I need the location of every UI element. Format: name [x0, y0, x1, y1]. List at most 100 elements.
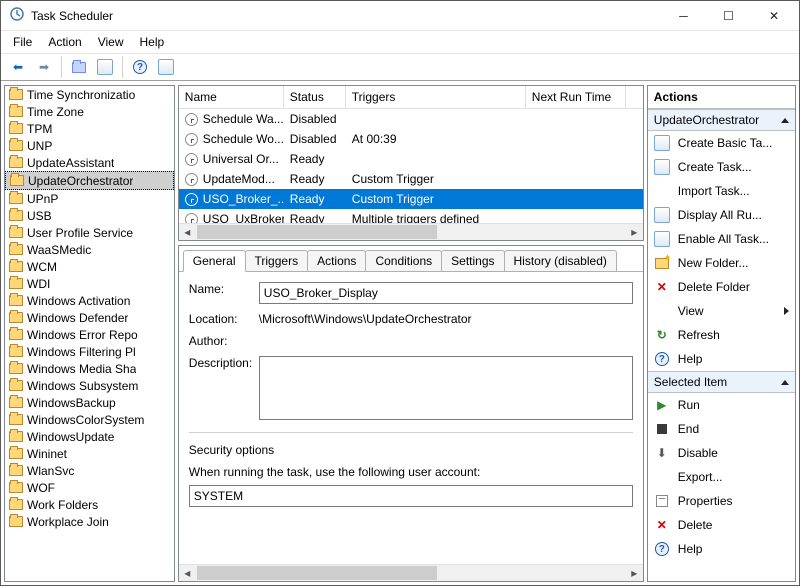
action-item[interactable]: Import Task...	[648, 179, 795, 203]
col-next[interactable]: Next Run Time	[526, 86, 626, 108]
task-list-scrollbar[interactable]: ◂ ▸	[179, 223, 643, 240]
detail-scrollbar[interactable]: ◂ ▸	[179, 564, 643, 581]
folder-icon	[9, 157, 23, 168]
action-item[interactable]: New Folder...	[648, 251, 795, 275]
tree-item[interactable]: Time Zone	[5, 103, 174, 120]
scroll-right-icon[interactable]: ▸	[626, 565, 643, 581]
scroll-left-icon[interactable]: ◂	[179, 565, 196, 581]
nav-tree[interactable]: Time SynchronizatioTime ZoneTPMUNPUpdate…	[4, 85, 175, 582]
action-item[interactable]: Create Task...	[648, 155, 795, 179]
action-item[interactable]: ?Help	[648, 537, 795, 561]
tab-history-disabled-[interactable]: History (disabled)	[504, 250, 617, 271]
tree-item[interactable]: Windows Activation	[5, 292, 174, 309]
action-item[interactable]: ✕Delete Folder	[648, 275, 795, 299]
col-name[interactable]: Name	[179, 86, 284, 108]
actions-section-folder[interactable]: UpdateOrchestrator	[648, 109, 795, 131]
refresh-icon: ↻	[654, 327, 670, 343]
action-item[interactable]: ↻Refresh	[648, 323, 795, 347]
menu-file[interactable]: File	[5, 33, 40, 51]
task-status: Ready	[284, 172, 346, 186]
scroll-left-icon[interactable]: ◂	[179, 224, 196, 240]
tree-item[interactable]: USB	[5, 207, 174, 224]
tab-settings[interactable]: Settings	[441, 250, 504, 271]
action-item[interactable]: ✕Delete	[648, 513, 795, 537]
folder-icon	[9, 516, 23, 527]
tab-general[interactable]: General	[183, 250, 246, 272]
action-item[interactable]: ⬇Disable	[648, 441, 795, 465]
tree-item[interactable]: WaaSMedic	[5, 241, 174, 258]
view-toolbar-button[interactable]	[154, 56, 178, 78]
task-row[interactable]: USO_Broker_...ReadyCustom Trigger	[179, 189, 643, 209]
tree-item[interactable]: TPM	[5, 120, 174, 137]
tree-item[interactable]: Windows Subsystem	[5, 377, 174, 394]
action-item[interactable]: ▶Run	[648, 393, 795, 417]
minimize-button[interactable]: ─	[661, 2, 706, 30]
tree-item[interactable]: UNP	[5, 137, 174, 154]
tab-triggers[interactable]: Triggers	[245, 250, 309, 271]
tree-item[interactable]: WDI	[5, 275, 174, 292]
actions-section-item[interactable]: Selected Item	[648, 371, 795, 393]
tree-item[interactable]: WOF	[5, 479, 174, 496]
tree-item[interactable]: UPnP	[5, 190, 174, 207]
menu-view[interactable]: View	[90, 33, 132, 51]
task-row[interactable]: USO_UxBrokerReadyMultiple triggers defin…	[179, 209, 643, 223]
task-triggers: Custom Trigger	[346, 172, 526, 186]
task-row[interactable]: Schedule Wo...DisabledAt 00:39	[179, 129, 643, 149]
help-toolbar-button[interactable]: ?	[128, 56, 152, 78]
close-button[interactable]: ✕	[751, 2, 797, 30]
action-item[interactable]: ?Help	[648, 347, 795, 371]
tree-item[interactable]: Workplace Join	[5, 513, 174, 530]
task-icon	[185, 113, 198, 126]
menu-help[interactable]: Help	[132, 33, 173, 51]
action-item[interactable]: Enable All Task...	[648, 227, 795, 251]
tree-item[interactable]: Work Folders	[5, 496, 174, 513]
task-name: USO_UxBroker	[203, 212, 284, 223]
task-row[interactable]: Universal Or...Ready	[179, 149, 643, 169]
tree-item[interactable]: WindowsBackup	[5, 394, 174, 411]
scroll-right-icon[interactable]: ▸	[626, 224, 643, 240]
task-row[interactable]: UpdateMod...ReadyCustom Trigger	[179, 169, 643, 189]
tree-item[interactable]: Windows Error Repo	[5, 326, 174, 343]
tree-item[interactable]: WlanSvc	[5, 462, 174, 479]
tree-item[interactable]: Windows Defender	[5, 309, 174, 326]
back-button[interactable]: ⬅	[6, 56, 30, 78]
tree-item[interactable]: Time Synchronizatio	[5, 86, 174, 103]
col-status[interactable]: Status	[284, 86, 346, 108]
tree-item[interactable]: WCM	[5, 258, 174, 275]
menu-action[interactable]: Action	[40, 33, 89, 51]
props-button[interactable]	[93, 56, 117, 78]
task-list-header: Name Status Triggers Next Run Time	[179, 86, 643, 109]
forward-button[interactable]: ➡	[32, 56, 56, 78]
tab-conditions[interactable]: Conditions	[365, 250, 442, 271]
maximize-button[interactable]: ☐	[706, 2, 751, 30]
action-item[interactable]: End	[648, 417, 795, 441]
tree-item[interactable]: User Profile Service	[5, 224, 174, 241]
section-title: UpdateOrchestrator	[654, 113, 759, 127]
col-triggers[interactable]: Triggers	[346, 86, 526, 108]
tree-item[interactable]: Windows Media Sha	[5, 360, 174, 377]
action-item[interactable]: Properties	[648, 489, 795, 513]
action-item[interactable]: View	[648, 299, 795, 323]
action-label: Properties	[678, 494, 733, 508]
tree-item[interactable]: WindowsUpdate	[5, 428, 174, 445]
up-button[interactable]	[67, 56, 91, 78]
help-icon: ?	[654, 351, 670, 367]
tree-item-label: WindowsUpdate	[27, 430, 114, 444]
tree-item[interactable]: UpdateAssistant	[5, 154, 174, 171]
action-item[interactable]: Display All Ru...	[648, 203, 795, 227]
run-icon: ▶	[654, 397, 670, 413]
tab-actions[interactable]: Actions	[307, 250, 366, 271]
folder-icon	[9, 414, 23, 425]
display-icon	[654, 207, 670, 223]
task-list-body[interactable]: Schedule Wa...DisabledSchedule Wo...Disa…	[179, 109, 643, 223]
name-field[interactable]: USO_Broker_Display	[259, 282, 633, 304]
action-item[interactable]: Export...	[648, 465, 795, 489]
none-icon	[654, 469, 670, 485]
action-item[interactable]: Create Basic Ta...	[648, 131, 795, 155]
description-field[interactable]	[259, 356, 633, 420]
tree-item[interactable]: Wininet	[5, 445, 174, 462]
tree-item[interactable]: Windows Filtering Pl	[5, 343, 174, 360]
task-row[interactable]: Schedule Wa...Disabled	[179, 109, 643, 129]
tree-item[interactable]: WindowsColorSystem	[5, 411, 174, 428]
tree-item[interactable]: UpdateOrchestrator	[5, 171, 174, 190]
